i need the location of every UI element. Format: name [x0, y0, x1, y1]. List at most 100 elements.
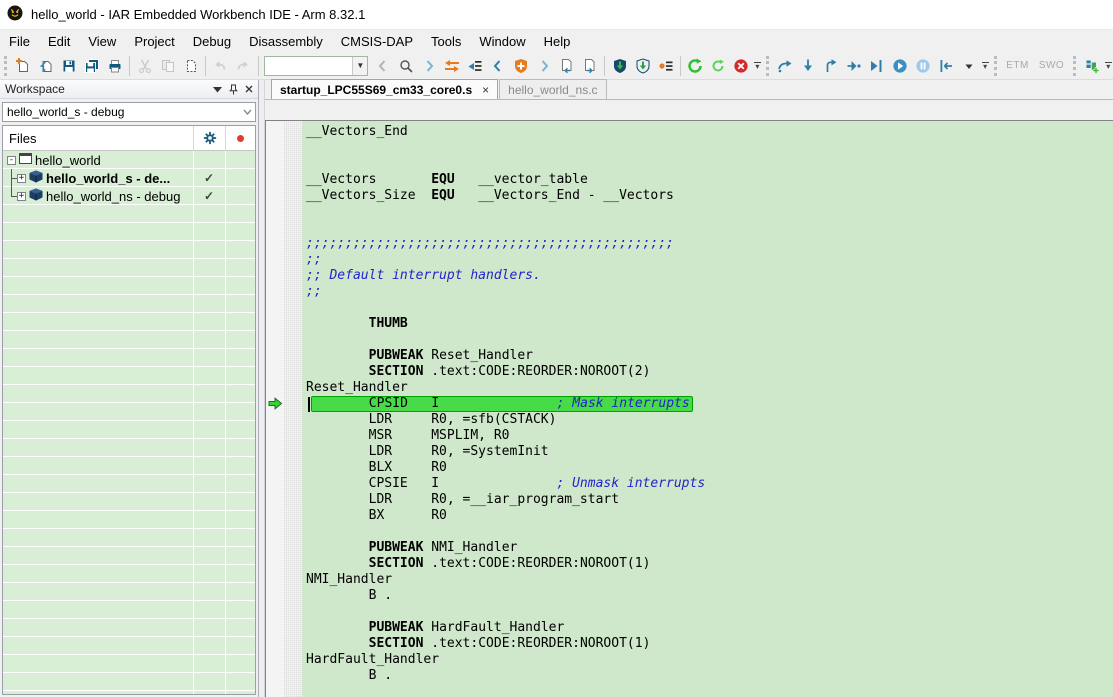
print-button[interactable]	[103, 54, 126, 78]
toolbar-drag-handle[interactable]	[766, 56, 770, 76]
tree-item-hello_world_ns-debug[interactable]: +hello_world_ns - debug✓	[3, 187, 255, 205]
step-into-button[interactable]	[796, 54, 819, 78]
stop-debugging-button[interactable]	[934, 54, 957, 78]
code-line: PUBWEAK NMI_Handler	[306, 540, 1113, 556]
editor-frame: __Vectors_End __Vectors EQU __vector_tab…	[265, 120, 1113, 697]
menu-file[interactable]: File	[0, 32, 39, 51]
code-line: HardFault_Handler	[306, 652, 1113, 668]
run-to-cursor-button[interactable]	[865, 54, 888, 78]
toolbar-drag-handle[interactable]	[994, 56, 998, 76]
toolbar-separator	[258, 56, 259, 76]
menu-debug[interactable]: Debug	[184, 32, 240, 51]
tab-hello_world_ns-c[interactable]: hello_world_ns.c	[499, 79, 606, 99]
column-divider	[225, 151, 226, 694]
code-line	[306, 684, 1113, 697]
expand-icon[interactable]: +	[17, 174, 26, 183]
pin-icon[interactable]	[229, 84, 238, 95]
code-line	[306, 220, 1113, 236]
flash-tools-button[interactable]	[1081, 54, 1104, 78]
configuration-selector[interactable]: hello_world_s - debug	[2, 102, 256, 122]
previous-document-button[interactable]	[555, 54, 578, 78]
close-panel-icon[interactable]	[245, 85, 253, 93]
paste-button[interactable]	[179, 54, 202, 78]
debug-more-button[interactable]	[957, 54, 980, 78]
code-line: SECTION .text:CODE:REORDER:NOROOT(2)	[306, 364, 1113, 380]
next-statement-button[interactable]	[842, 54, 865, 78]
toolbar-overflow-icon[interactable]: ▾	[1105, 62, 1112, 70]
menu-help[interactable]: Help	[535, 32, 580, 51]
go-button[interactable]	[888, 54, 911, 78]
new-document-button[interactable]	[11, 54, 34, 78]
toolbar-overflow-icon[interactable]: ▾	[981, 62, 988, 70]
navigate-swap-button[interactable]	[440, 54, 463, 78]
editor-tab-bar: startup_LPC55S69_cm33_core0.s× hello_worl…	[265, 80, 1113, 100]
code-line: SECTION .text:CODE:REORDER:NOROOT(1)	[306, 636, 1113, 652]
next-document-button[interactable]	[578, 54, 601, 78]
menu-view[interactable]: View	[79, 32, 125, 51]
step-out-button[interactable]	[819, 54, 842, 78]
code-line: ;;	[306, 284, 1113, 300]
go-to-definition-button[interactable]	[463, 54, 486, 78]
tree-item-hello_world_s-de-[interactable]: +hello_world_s - de...✓	[3, 169, 255, 187]
quick-search-combobox[interactable]: ▼	[264, 56, 368, 76]
refresh-button[interactable]	[707, 54, 730, 78]
chevron-down-icon	[239, 107, 255, 117]
menu-tools[interactable]: Tools	[422, 32, 470, 51]
code-line	[306, 332, 1113, 348]
close-tab-icon[interactable]: ×	[482, 83, 489, 97]
copy-button	[156, 54, 179, 78]
toolbar-drag-handle[interactable]	[4, 56, 8, 76]
code-area[interactable]: __Vectors_End __Vectors EQU __vector_tab…	[302, 121, 1113, 697]
tab-label: hello_world_ns.c	[508, 83, 597, 97]
break-button[interactable]	[730, 54, 753, 78]
search-next-button[interactable]	[417, 54, 440, 78]
code-line: PUBWEAK Reset_Handler	[306, 348, 1113, 364]
group-icon	[29, 170, 43, 186]
search-button[interactable]	[394, 54, 417, 78]
toggle-bookmark-button[interactable]	[509, 54, 532, 78]
tree-item-hello_world[interactable]: -hello_world	[3, 151, 255, 169]
toolbar-separator	[680, 56, 681, 76]
tree-connector	[7, 169, 17, 187]
open-file-button[interactable]	[34, 54, 57, 78]
toolbar-overflow-icon[interactable]: ▾	[754, 62, 761, 70]
previous-bookmark-button[interactable]	[486, 54, 509, 78]
configuration-selector-value: hello_world_s - debug	[7, 105, 239, 119]
expand-icon[interactable]: +	[17, 192, 26, 201]
program-counter-arrow-icon	[268, 397, 282, 413]
tab-startup_lpc55s69_cm33_core0-s[interactable]: startup_LPC55S69_cm33_core0.s×	[271, 79, 498, 99]
step-over-button[interactable]	[773, 54, 796, 78]
code-line: CPSIE I ; Unmask interrupts	[306, 476, 1113, 492]
breakpoint-list-button[interactable]	[654, 54, 677, 78]
code-line: ;;;;;;;;;;;;;;;;;;;;;;;;;;;;;;;;;;;;;;;;…	[306, 236, 1113, 252]
fold-gutter[interactable]	[284, 121, 302, 697]
menu-project[interactable]: Project	[125, 32, 183, 51]
toolbar-drag-handle[interactable]	[1073, 56, 1077, 76]
save-all-button[interactable]	[80, 54, 103, 78]
menu-cmsis-dap[interactable]: CMSIS-DAP	[332, 32, 422, 51]
save-button[interactable]	[57, 54, 80, 78]
panel-menu-icon[interactable]	[213, 86, 222, 93]
menu-disassembly[interactable]: Disassembly	[240, 32, 332, 51]
group-icon	[29, 188, 43, 204]
reset-button[interactable]	[684, 54, 707, 78]
menu-edit[interactable]: Edit	[39, 32, 79, 51]
code-line	[306, 156, 1113, 172]
workspace-panel-title: Workspace	[5, 82, 206, 96]
search-previous-button[interactable]	[371, 54, 394, 78]
quick-search-input[interactable]	[265, 57, 352, 75]
files-column-header[interactable]: Files	[3, 126, 255, 151]
swo-button[interactable]: SWO	[1034, 60, 1069, 71]
download-and-debug-button[interactable]	[608, 54, 631, 78]
menu-window[interactable]: Window	[470, 32, 534, 51]
title-bar: hello_world - IAR Embedded Workbench IDE…	[0, 0, 1113, 30]
etm-button[interactable]: ETM	[1001, 60, 1034, 71]
break-pause-button[interactable]	[911, 54, 934, 78]
app-icon	[7, 5, 23, 24]
next-bookmark-button[interactable]	[532, 54, 555, 78]
combo-dropdown-icon[interactable]: ▼	[352, 57, 367, 75]
debug-without-downloading-button[interactable]	[631, 54, 654, 78]
code-line	[306, 204, 1113, 220]
collapse-icon[interactable]: -	[7, 156, 16, 165]
toolbar-separator	[604, 56, 605, 76]
